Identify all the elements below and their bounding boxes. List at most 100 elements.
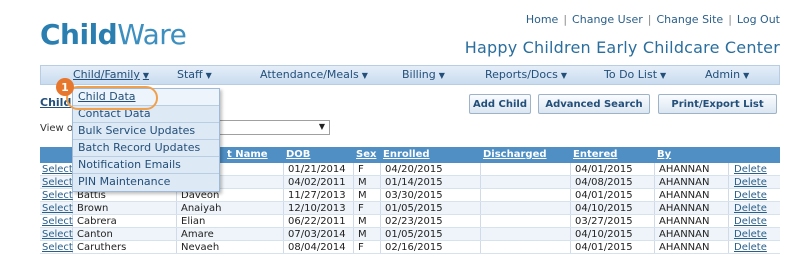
column-divider <box>654 228 655 240</box>
sex-cell: F <box>358 242 364 253</box>
print-export-button[interactable]: Print/Export List <box>658 94 777 114</box>
enrolled-cell: 02/23/2015 <box>385 216 443 227</box>
col-first-name[interactable]: t Name <box>227 149 268 160</box>
entered-cell: 04/01/2015 <box>575 242 633 253</box>
column-divider <box>380 241 381 253</box>
entered-cell: 04/10/2015 <box>575 203 633 214</box>
delete-link[interactable]: Delete <box>734 203 767 214</box>
nav-child-family[interactable]: Child/Family ▼ <box>73 68 149 81</box>
column-divider <box>654 241 655 253</box>
column-divider <box>380 176 381 188</box>
column-divider <box>728 189 729 201</box>
by-cell: AHANNAN <box>659 190 710 201</box>
select-link[interactable]: Select <box>42 216 73 227</box>
col-dob[interactable]: DOB <box>286 149 310 160</box>
delete-link[interactable]: Delete <box>734 242 767 253</box>
column-divider <box>353 241 354 253</box>
top-links: Home | Change User | Change Site | Log Out <box>526 13 780 26</box>
dob-cell: 07/03/2014 <box>288 229 346 240</box>
add-child-button[interactable]: Add Child <box>469 94 531 114</box>
menu-item-notification-emails[interactable]: Notification Emails <box>73 157 219 174</box>
chevron-down-icon: ▼ <box>361 71 368 80</box>
column-divider <box>380 163 381 175</box>
table-row: Select Canton Amare 07/03/2014 M 01/05/2015 04… <box>40 228 780 241</box>
sex-cell: M <box>358 229 367 240</box>
by-cell: AHANNAN <box>659 229 710 240</box>
select-link[interactable]: Select <box>42 229 73 240</box>
nav-billing[interactable]: Billing ▼ <box>402 68 445 81</box>
table-row: Select Caruthers Nevaeh 08/04/2014 F 02/16/20… <box>40 241 780 254</box>
column-divider <box>283 228 284 240</box>
last-name-cell: Canton <box>77 229 113 240</box>
view-select[interactable]: ▼ <box>215 120 330 135</box>
nav-label: Child/Family <box>73 68 140 81</box>
column-divider <box>353 215 354 227</box>
col-discharged[interactable]: Discharged <box>483 149 547 160</box>
col-sex[interactable]: Sex <box>356 149 376 160</box>
menu-item-pin-maintenance[interactable]: PIN Maintenance <box>73 174 219 191</box>
first-name-cell: Nevaeh <box>181 242 220 253</box>
last-name-cell: Cabrera <box>77 216 117 227</box>
column-divider <box>728 228 729 240</box>
menu-item-batch-record-updates[interactable]: Batch Record Updates <box>73 140 219 157</box>
column-divider <box>353 228 354 240</box>
change-user-link[interactable]: Change User <box>572 13 643 26</box>
delete-link[interactable]: Delete <box>734 177 767 188</box>
dob-cell: 04/02/2011 <box>288 177 346 188</box>
change-site-link[interactable]: Change Site <box>656 13 723 26</box>
view-label: View o <box>40 123 74 134</box>
col-entered[interactable]: Entered <box>573 149 617 160</box>
select-link[interactable]: Select <box>42 203 73 214</box>
column-divider <box>654 189 655 201</box>
step-badge: 1 <box>56 78 74 96</box>
column-divider <box>380 215 381 227</box>
nav-label: Admin <box>705 68 741 81</box>
chevron-down-icon: ▼ <box>205 71 212 80</box>
sex-cell: F <box>358 203 364 214</box>
center-name: Happy Children Early Childcare Center <box>464 38 780 57</box>
separator: | <box>563 13 568 26</box>
column-divider <box>654 176 655 188</box>
home-link[interactable]: Home <box>526 13 558 26</box>
nav-label: Staff <box>177 68 203 81</box>
nav-staff[interactable]: Staff ▼ <box>177 68 212 81</box>
sex-cell: F <box>358 164 364 175</box>
chevron-down-icon: ▼ <box>560 71 568 80</box>
first-name-cell: Anaiyah <box>181 203 222 214</box>
column-divider <box>353 163 354 175</box>
main-nav: Child/Family ▼ Staff ▼ Attendance/Meals ▼ B… <box>40 65 780 85</box>
select-link[interactable]: Select <box>42 177 73 188</box>
column-divider <box>176 215 177 227</box>
separator: | <box>728 13 732 26</box>
select-link[interactable]: Select <box>42 242 73 253</box>
nav-attendance-meals[interactable]: Attendance/Meals ▼ <box>260 68 368 81</box>
delete-link[interactable]: Delete <box>734 164 767 175</box>
nav-reports-docs[interactable]: Reports/Docs ▼ <box>485 68 567 81</box>
column-divider <box>176 241 177 253</box>
select-link[interactable]: Select <box>42 164 73 175</box>
log-out-link[interactable]: Log Out <box>737 13 780 26</box>
column-divider <box>353 189 354 201</box>
column-divider <box>570 215 571 227</box>
select-link[interactable]: Select <box>42 190 73 201</box>
column-divider <box>480 189 481 201</box>
entered-cell: 03/27/2015 <box>575 216 633 227</box>
column-divider <box>176 202 177 214</box>
childware-logo: ChildWare <box>40 18 187 51</box>
menu-item-bulk-service-updates[interactable]: Bulk Service Updates <box>73 123 219 140</box>
col-enrolled[interactable]: Enrolled <box>383 149 430 160</box>
column-divider <box>728 202 729 214</box>
column-divider <box>480 176 481 188</box>
entered-cell: 04/01/2015 <box>575 190 633 201</box>
enrolled-cell: 04/20/2015 <box>385 164 443 175</box>
advanced-search-button[interactable]: Advanced Search <box>538 94 650 114</box>
nav-admin[interactable]: Admin ▼ <box>705 68 749 81</box>
delete-link[interactable]: Delete <box>734 190 767 201</box>
col-by[interactable]: By <box>657 149 671 160</box>
dob-cell: 01/21/2014 <box>288 164 346 175</box>
delete-link[interactable]: Delete <box>734 229 767 240</box>
delete-link[interactable]: Delete <box>734 216 767 227</box>
nav-to-do-list[interactable]: To Do List ▼ <box>604 68 666 81</box>
column-divider <box>570 228 571 240</box>
column-divider <box>283 202 284 214</box>
